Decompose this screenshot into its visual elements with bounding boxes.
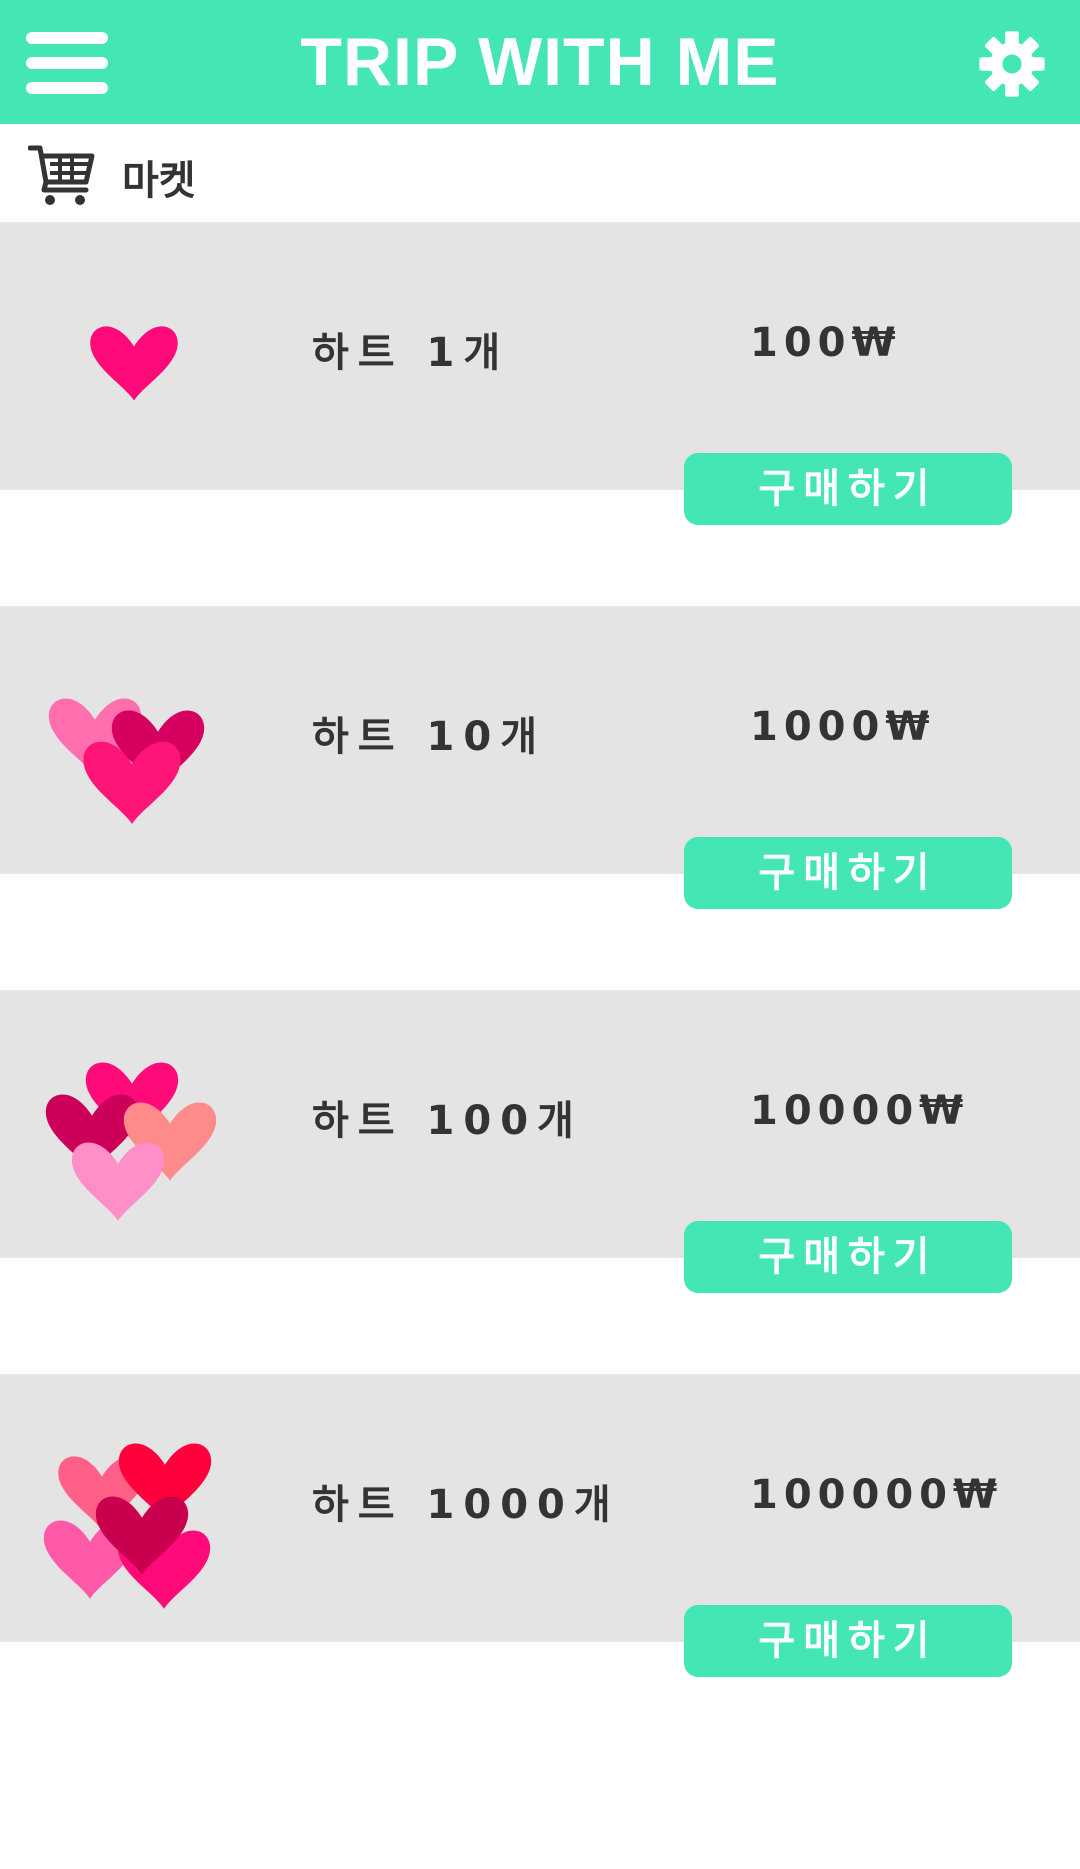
hamburger-menu-icon[interactable] <box>26 32 108 94</box>
app-title: TRIP WITH ME <box>300 24 780 100</box>
four-hearts-icon <box>45 1062 217 1221</box>
item-price: 100000₩ <box>750 1472 1004 1518</box>
item-name: 하트 1000개 <box>312 1482 620 1528</box>
section-header: 마켓 <box>0 124 1080 222</box>
item-price: 1000₩ <box>750 704 936 750</box>
buy-button[interactable]: 구매하기 <box>684 453 1012 525</box>
app-bar: TRIP WITH ME <box>0 0 1080 124</box>
three-hearts-icon <box>48 698 205 824</box>
gear-icon[interactable] <box>978 30 1046 98</box>
shopping-cart-icon <box>28 145 95 205</box>
market-item: 하트 100개 10000₩ 구매하기 <box>0 990 1080 1374</box>
buy-button[interactable]: 구매하기 <box>684 1605 1012 1677</box>
market-item: 하트 1개 100₩ 구매하기 <box>0 222 1080 606</box>
item-name: 하트 10개 <box>312 714 546 760</box>
item-name: 하트 100개 <box>312 1098 583 1144</box>
market-item: 하트 10개 1000₩ 구매하기 <box>0 606 1080 990</box>
five-hearts-icon <box>43 1443 212 1609</box>
market-item: 하트 1000개 100000₩ 구매하기 <box>0 1374 1080 1758</box>
section-title: 마켓 <box>122 158 196 204</box>
item-price: 100₩ <box>750 320 902 366</box>
single-heart-icon <box>90 326 178 401</box>
buy-button[interactable]: 구매하기 <box>684 837 1012 909</box>
item-name: 하트 1개 <box>312 330 510 376</box>
buy-button[interactable]: 구매하기 <box>684 1221 1012 1293</box>
item-price: 10000₩ <box>750 1088 970 1134</box>
